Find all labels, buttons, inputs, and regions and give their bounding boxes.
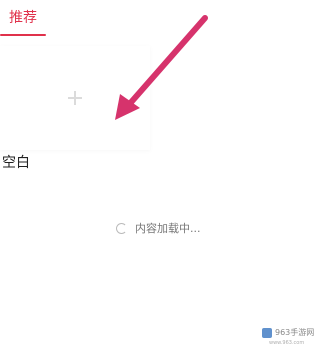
loading-text: 内容加载中... xyxy=(135,222,201,235)
blank-template-card[interactable] xyxy=(0,46,150,150)
tab-active-indicator xyxy=(0,34,46,36)
spinner-icon xyxy=(116,222,127,234)
tab-bar: 推荐 xyxy=(0,0,318,38)
watermark: 963手游网 xyxy=(262,328,314,338)
blank-template-label: 空白 xyxy=(2,155,30,171)
tab-recommended[interactable]: 推荐 xyxy=(0,0,46,36)
watermark-subtext: www.963.com xyxy=(269,340,305,346)
tab-label: 推荐 xyxy=(9,10,37,26)
plus-icon xyxy=(68,91,82,105)
watermark-logo-icon xyxy=(262,328,272,338)
watermark-text: 963手游网 xyxy=(275,328,315,337)
loading-indicator: 内容加载中... xyxy=(116,220,201,236)
